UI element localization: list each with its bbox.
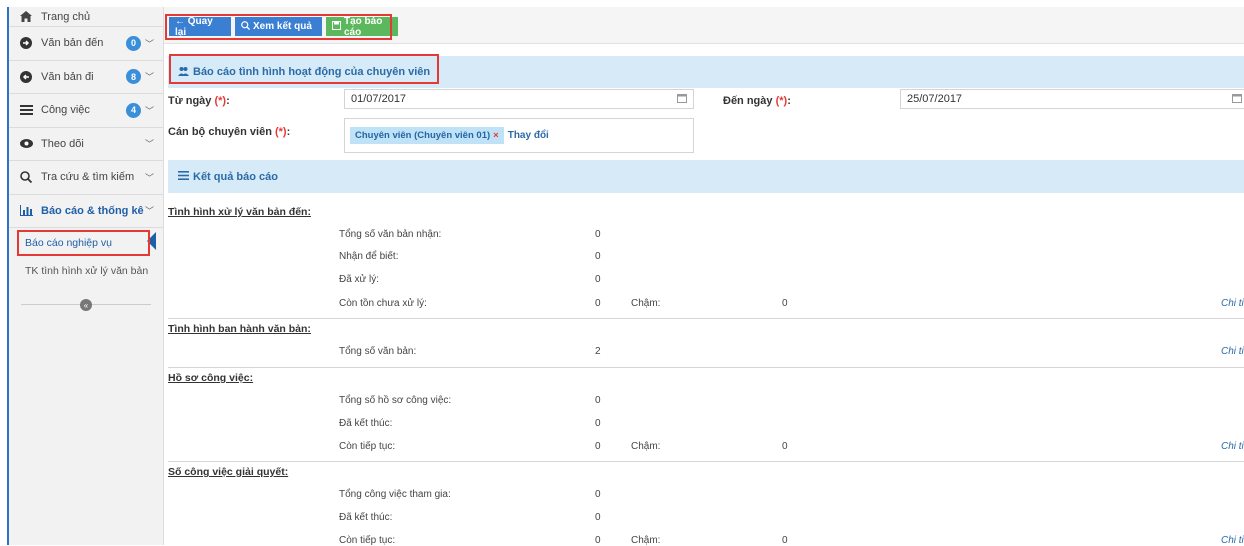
row-value: 0 xyxy=(595,418,601,429)
section-title: Tình hình xử lý văn bản đến: xyxy=(168,206,311,218)
count-badge: 8 xyxy=(125,69,141,85)
row-value: 0 xyxy=(595,251,601,262)
staff-label: Cán bộ chuyên viên (*): xyxy=(168,126,291,138)
chevron-down-icon: ﹀ xyxy=(144,38,154,49)
divider xyxy=(168,367,1244,368)
count-badge: 0 xyxy=(125,35,141,51)
row-value: 0 xyxy=(595,441,601,452)
detail-link[interactable]: Chi ti xyxy=(1221,298,1244,309)
highlight-box xyxy=(165,14,392,40)
row-value: 0 xyxy=(595,298,601,309)
row-label: Tổng số văn bản nhận: xyxy=(339,229,442,240)
row-label: Đã xử lý: xyxy=(339,274,380,285)
row-label: Nhận để biết: xyxy=(339,251,399,262)
staff-selector[interactable]: Chuyên viên (Chuyên viên 01) × Thay đổi xyxy=(344,118,694,153)
staff-tag: Chuyên viên (Chuyên viên 01) × xyxy=(350,127,504,144)
chevron-down-icon: ﹀ xyxy=(144,206,154,217)
sidebar-item-label: Văn bản đi xyxy=(41,70,94,83)
row-label: Còn tồn chưa xử lý: xyxy=(339,298,427,309)
row-value: 0 xyxy=(595,535,601,546)
row-value: 0 xyxy=(595,395,601,406)
to-date-label: Đến ngày (*): xyxy=(723,95,791,107)
late-label: Chậm: xyxy=(631,441,661,452)
search-icon xyxy=(19,170,33,184)
late-label: Chậm: xyxy=(631,298,661,309)
to-date-input[interactable]: 25/07/2017 xyxy=(900,89,1244,109)
sidebar-item-label: Công việc xyxy=(41,104,90,117)
from-date-input[interactable]: 01/07/2017 xyxy=(344,89,694,109)
calendar-icon[interactable] xyxy=(677,93,687,106)
arrow-circle-right-icon xyxy=(19,36,33,50)
sidebar-item-follow[interactable]: Theo dõi ﹀ xyxy=(9,128,163,161)
list-icon xyxy=(19,103,33,117)
row-label: Tổng số hồ sơ công việc: xyxy=(339,395,452,406)
sidebar-item-reports[interactable]: Báo cáo & thống kê ﹀ xyxy=(9,195,163,228)
row-label: Đã kết thúc: xyxy=(339,418,393,429)
bar-chart-icon xyxy=(19,204,33,218)
sidebar-subitem-doc-stats[interactable]: TK tình hình xử lý văn bản xyxy=(9,260,163,282)
section-title: Số công việc giải quyết: xyxy=(168,466,289,478)
row-value: 0 xyxy=(595,229,601,240)
row-label: Còn tiếp tục: xyxy=(339,535,396,546)
row-label: Đã kết thúc: xyxy=(339,512,393,523)
sidebar-collapse[interactable]: « xyxy=(9,298,163,312)
count-badge: 4 xyxy=(125,102,141,118)
top-margin xyxy=(0,0,1244,7)
remove-icon[interactable]: × xyxy=(493,130,499,141)
detail-link[interactable]: Chi ti xyxy=(1221,535,1244,546)
calendar-icon[interactable] xyxy=(1232,93,1242,106)
late-label: Chậm: xyxy=(631,535,661,546)
sidebar-item-label: Trang chủ xyxy=(41,10,91,23)
results-panel-header: Kết quả báo cáo xyxy=(168,160,1244,193)
list-icon xyxy=(178,170,189,183)
sidebar-item-label: Tra cứu & tìm kiếm xyxy=(41,171,135,184)
row-value: 0 xyxy=(595,274,601,285)
section-title: Tình hình ban hành văn bản: xyxy=(168,323,311,335)
sidebar-item-incoming[interactable]: Văn bản đến 0 ﹀ xyxy=(9,27,163,61)
to-date-value: 25/07/2017 xyxy=(907,93,963,105)
detail-link[interactable]: Chi ti xyxy=(1221,346,1244,357)
change-staff-link[interactable]: Thay đổi xyxy=(508,130,549,141)
row-value: 0 xyxy=(595,512,601,523)
detail-link[interactable]: Chi ti xyxy=(1221,441,1244,452)
sidebar-item-search[interactable]: Tra cứu & tìm kiếm ﹀ xyxy=(9,161,163,195)
results-panel-title: Kết quả báo cáo xyxy=(193,170,278,183)
highlight-box xyxy=(169,54,439,84)
sidebar-item-label: Văn bản đến xyxy=(41,37,104,50)
row-label: Tổng công việc tham gia: xyxy=(339,489,451,500)
chevron-down-icon: ﹀ xyxy=(144,72,154,83)
row-value: 0 xyxy=(595,489,601,500)
arrow-circle-left-icon xyxy=(19,70,33,84)
sidebar-item-outgoing[interactable]: Văn bản đi 8 ﹀ xyxy=(9,61,163,94)
sidebar: Trang chủ Văn bản đến 0 ﹀ Văn bản đi 8 ﹀… xyxy=(9,7,164,545)
from-date-value: 01/07/2017 xyxy=(351,93,407,105)
divider xyxy=(168,461,1244,462)
sidebar-item-label: Theo dõi xyxy=(41,137,84,150)
chevron-down-icon: ﹀ xyxy=(144,139,154,150)
chevron-down-icon: ﹀ xyxy=(144,105,154,116)
divider xyxy=(168,318,1244,319)
highlight-box xyxy=(17,230,150,256)
from-date-label: Từ ngày (*): xyxy=(168,95,230,107)
chevron-down-icon: ﹀ xyxy=(144,172,154,183)
eye-icon xyxy=(19,137,33,151)
row-value: 2 xyxy=(595,346,601,357)
late-value: 0 xyxy=(782,535,788,546)
section-title: Hồ sơ công việc: xyxy=(168,372,254,384)
late-value: 0 xyxy=(782,441,788,452)
sidebar-item-label: Báo cáo & thống kê xyxy=(41,204,144,217)
late-value: 0 xyxy=(782,298,788,309)
row-label: Tổng số văn bản: xyxy=(339,346,417,357)
row-label: Còn tiếp tục: xyxy=(339,441,396,452)
staff-tag-label: Chuyên viên (Chuyên viên 01) xyxy=(355,130,491,141)
home-icon xyxy=(19,10,33,24)
collapse-icon[interactable]: « xyxy=(80,299,92,311)
sidebar-item-tasks[interactable]: Công việc 4 ﹀ xyxy=(9,94,163,128)
sidebar-subitem-label: TK tình hình xử lý văn bản xyxy=(25,265,149,277)
sidebar-item-home[interactable]: Trang chủ xyxy=(9,7,163,27)
